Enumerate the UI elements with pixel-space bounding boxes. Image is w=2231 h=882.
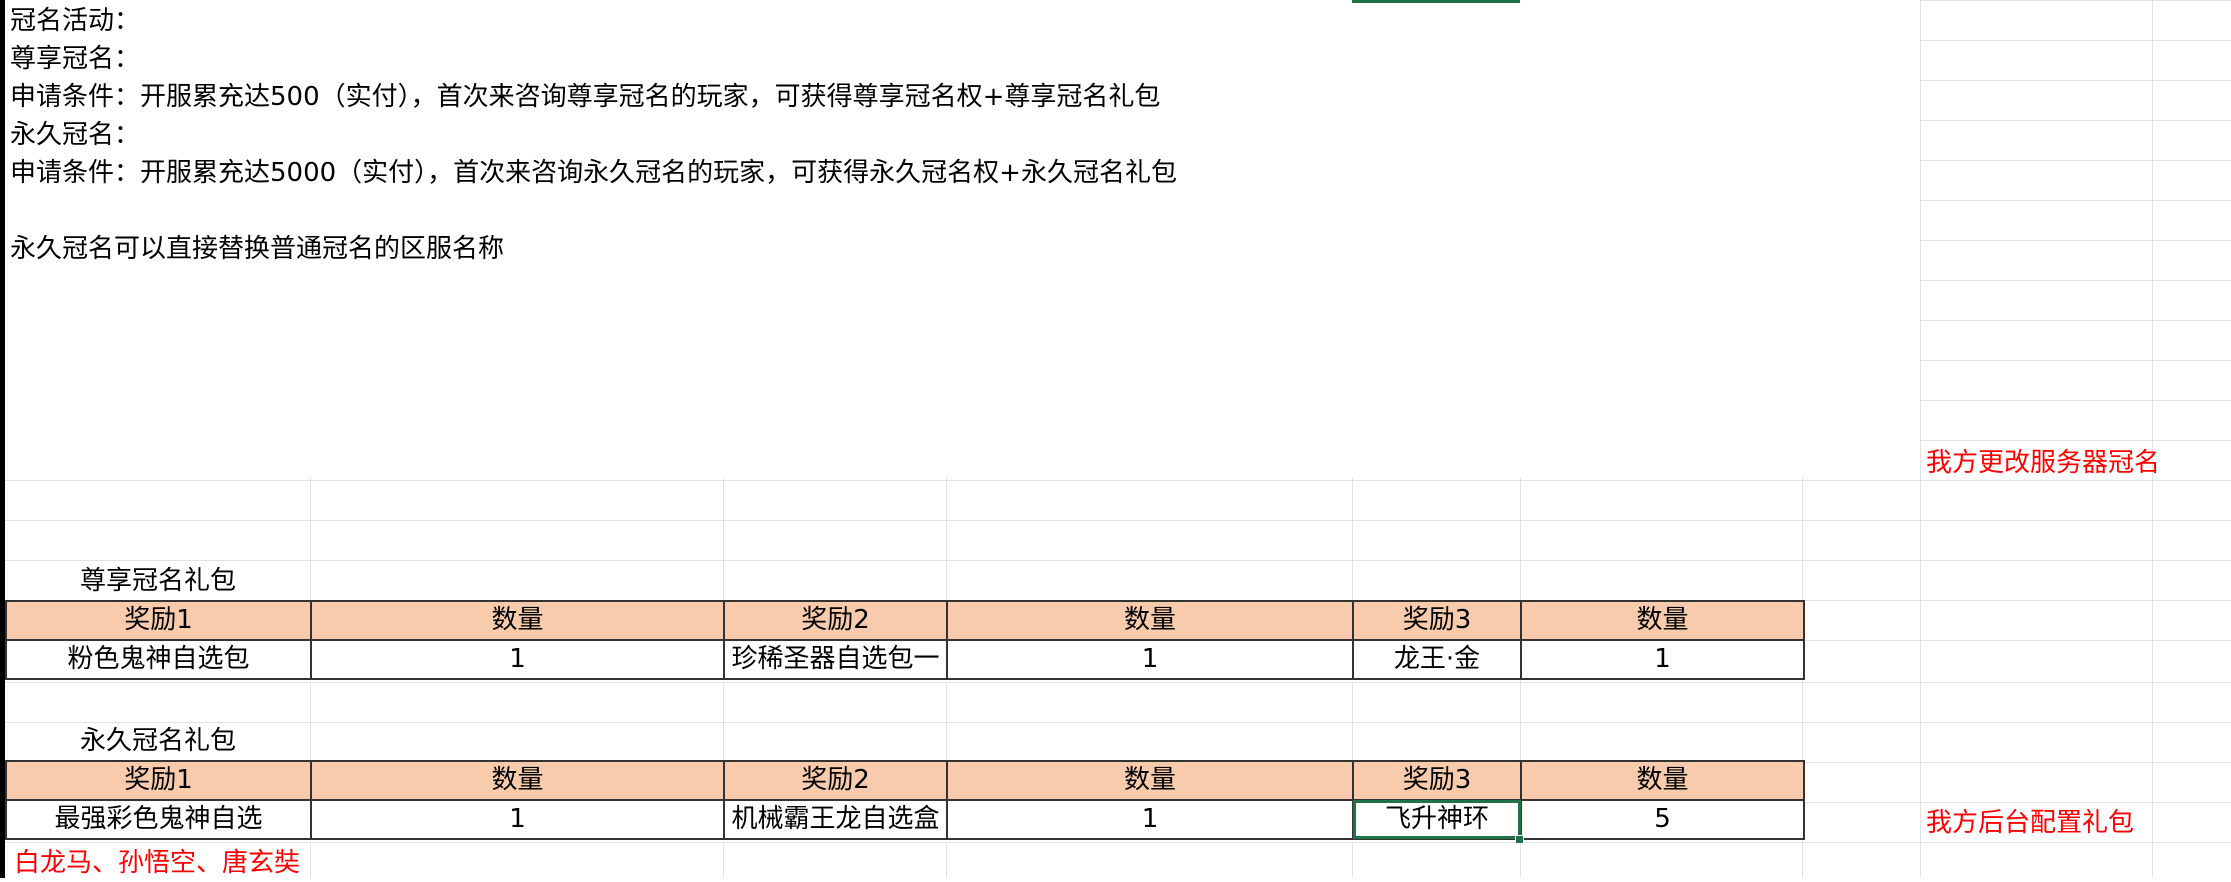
gridline [1920,120,2231,121]
gridline [5,682,2231,683]
gridline [1352,842,1353,878]
gridline [723,842,724,878]
intro-title: 冠名活动： [10,6,141,36]
intro-premium-condition: 申请条件：开服累充达500（实付），首次来咨询尊享冠名的玩家，可获得尊享冠名权+… [10,82,1161,112]
header-cell[interactable]: 数量 [1520,760,1805,801]
gridline [310,842,311,878]
gridline [5,480,2231,481]
gridline [946,842,947,878]
gridline [1920,400,2231,401]
gridline [1920,280,2231,281]
spreadsheet-grid[interactable]: 冠名活动： 尊享冠名： 申请条件：开服累充达500（实付），首次来咨询尊享冠名的… [0,0,2231,878]
gridline [5,842,2231,843]
table-cell[interactable]: 1 [1520,639,1805,680]
gridline [1920,40,2231,41]
table-row: 粉色鬼神自选包 1 珍稀圣器自选包一 1 龙王·金 1 [5,639,1805,680]
gridline [310,682,311,764]
selected-cell[interactable]: 飞升神环 [1352,799,1522,840]
header-cell[interactable]: 奖励1 [5,760,312,801]
header-cell[interactable]: 数量 [310,760,725,801]
gridline [1920,320,2231,321]
gridline [2152,0,2153,878]
table-header-row: 奖励1 数量 奖励2 数量 奖励3 数量 [5,600,1805,641]
gridline [946,682,947,764]
gridline [1920,200,2231,201]
gridline [1920,0,1921,878]
intro-permanent-label: 永久冠名： [10,120,141,150]
header-cell[interactable]: 数量 [946,600,1354,641]
gridline [1920,440,2231,441]
table-cell[interactable]: 粉色鬼神自选包 [5,639,312,680]
gridline [1802,802,2231,803]
table-cell[interactable]: 最强彩色鬼神自选 [5,799,312,840]
table1-title: 尊享冠名礼包 [80,566,237,596]
gridline [1352,682,1353,764]
note-rename-server: 我方更改服务器冠名 [1926,448,2161,478]
permanent-gift-table: 奖励1 数量 奖励2 数量 奖励3 数量 最强彩色鬼神自选 1 机械霸王龙自选盒… [5,760,1805,840]
header-cell[interactable]: 数量 [946,760,1354,801]
gridline [1920,360,2231,361]
intro-premium-label: 尊享冠名： [10,44,141,74]
header-cell[interactable]: 奖励3 [1352,600,1522,641]
table-cell[interactable]: 1 [310,639,725,680]
table-cell[interactable]: 龙王·金 [1352,639,1522,680]
table-cell[interactable]: 1 [946,639,1354,680]
gridline [1920,240,2231,241]
header-cell[interactable]: 数量 [1520,600,1805,641]
gridline [310,478,311,600]
intro-permanent-note: 永久冠名可以直接替换普通冠名的区服名称 [10,234,505,264]
note-heroes: 白龙马、孙悟空、唐玄奘 [14,848,301,878]
header-cell[interactable]: 奖励2 [723,600,948,641]
gridline [1802,640,2231,641]
table-cell[interactable]: 1 [946,799,1354,840]
gridline [1802,762,2231,763]
table-row: 最强彩色鬼神自选 1 机械霸王龙自选盒 1 飞升神环 5 [5,799,1805,840]
gridline [946,478,947,600]
gridline [5,560,2231,561]
fill-handle[interactable] [1515,835,1524,844]
premium-gift-table: 奖励1 数量 奖励2 数量 奖励3 数量 粉色鬼神自选包 1 珍稀圣器自选包一 … [5,600,1805,680]
header-cell[interactable]: 数量 [310,600,725,641]
gridline [5,722,2231,723]
gridline [723,478,724,600]
gridline [5,520,2231,521]
table2-title: 永久冠名礼包 [80,726,237,756]
gridline [1920,0,2231,1]
table-cell[interactable]: 5 [1520,799,1805,840]
gridline [1520,842,1521,878]
sheet-left-edge [0,0,5,878]
header-cell[interactable]: 奖励1 [5,600,312,641]
note-config-gift: 我方后台配置礼包 [1926,808,2135,838]
gridline [1352,478,1353,600]
header-cell[interactable]: 奖励3 [1352,760,1522,801]
gridline [1802,600,2231,601]
gridline [1920,160,2231,161]
table-cell[interactable]: 1 [310,799,725,840]
gridline [1920,80,2231,81]
header-cell[interactable]: 奖励2 [723,760,948,801]
table-cell[interactable]: 珍稀圣器自选包一 [723,639,948,680]
table-header-row: 奖励1 数量 奖励2 数量 奖励3 数量 [5,760,1805,801]
table-cell[interactable]: 机械霸王龙自选盒 [723,799,948,840]
column-selection-marker [1352,0,1520,3]
gridline [723,682,724,764]
intro-permanent-condition: 申请条件：开服累充达5000（实付），首次来咨询永久冠名的玩家，可获得永久冠名权… [10,158,1177,188]
